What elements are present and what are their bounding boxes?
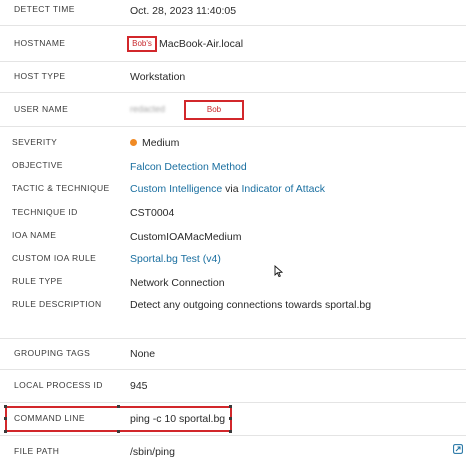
technique-link[interactable]: Indicator of Attack xyxy=(242,183,325,195)
hostname-value: MacBook-Air.local xyxy=(159,38,244,50)
detail-row-technique-id: TECHNIQUE ID CST0004 xyxy=(0,198,466,222)
local-process-id-label: LOCAL PROCESS ID xyxy=(14,380,103,390)
technique-id-value: CST0004 xyxy=(130,207,175,219)
technique-id-label: TECHNIQUE ID xyxy=(12,207,78,217)
selection-handle xyxy=(117,405,120,408)
detect-time-value: Oct. 28, 2023 11:40:05 xyxy=(130,5,237,17)
rule-description-value: Detect any outgoing connections towards … xyxy=(130,299,372,311)
selection-handle xyxy=(4,405,7,408)
host-type-value: Workstation xyxy=(130,71,186,83)
objective-label: OBJECTIVE xyxy=(12,160,63,170)
detail-row-custom-ioa-rule: CUSTOM IOA RULE Sportal.bg Test (v4) xyxy=(0,246,466,270)
detail-row-hostname: HOSTNAME Bob's MacBook-Air.local xyxy=(0,25,466,62)
selection-handle xyxy=(229,430,232,433)
custom-ioa-rule-label: CUSTOM IOA RULE xyxy=(12,253,97,263)
detail-row-file-path: FILE PATH /sbin/ping xyxy=(0,435,466,466)
command-line-label: COMMAND LINE xyxy=(14,413,85,423)
rule-description-label: RULE DESCRIPTION xyxy=(12,299,102,309)
hostname-redaction-label: Bob's xyxy=(132,39,152,48)
ioa-name-value: CustomIOAMacMedium xyxy=(130,231,242,243)
rule-type-label: RULE TYPE xyxy=(12,276,63,286)
mouse-cursor-icon xyxy=(274,265,283,278)
detail-row-user-name: USER NAME redacted Bob xyxy=(0,92,466,127)
objective-link[interactable]: Falcon Detection Method xyxy=(130,161,247,173)
detail-row-host-type: HOST TYPE Workstation xyxy=(0,61,466,93)
detect-time-label: DETECT TIME xyxy=(14,4,75,14)
host-type-label: HOST TYPE xyxy=(14,71,66,81)
tactic-link[interactable]: Custom Intelligence xyxy=(130,183,222,195)
detail-row-rule-description: RULE DESCRIPTION Detect any outgoing con… xyxy=(0,294,466,339)
severity-value: Medium xyxy=(130,137,179,149)
detail-row-ioa-name: IOA NAME CustomIOAMacMedium xyxy=(0,222,466,246)
selection-handle xyxy=(117,430,120,433)
detail-row-command-line: COMMAND LINE ping -c 10 sportal.bg xyxy=(0,402,466,436)
file-path-value: /sbin/ping xyxy=(130,446,175,458)
detail-row-severity: SEVERITY Medium xyxy=(0,126,466,150)
detail-row-grouping-tags: GROUPING TAGS None xyxy=(0,338,466,370)
selection-handle xyxy=(4,430,7,433)
selection-handle xyxy=(229,405,232,408)
severity-label: SEVERITY xyxy=(12,137,58,147)
tactic-technique-value: Custom Intelligence via Indicator of Att… xyxy=(130,183,325,195)
user-name-label: USER NAME xyxy=(14,104,69,114)
selection-handle xyxy=(4,417,7,420)
tactic-via-text: via xyxy=(225,183,239,195)
detail-row-local-process-id: LOCAL PROCESS ID 945 xyxy=(0,369,466,403)
detail-row-rule-type: RULE TYPE Network Connection xyxy=(0,270,466,294)
detail-row-objective: OBJECTIVE Falcon Detection Method xyxy=(0,150,466,174)
tactic-technique-label: TACTIC & TECHNIQUE xyxy=(12,183,110,193)
detail-row-detect-time: DETECT TIME Oct. 28, 2023 11:40:05 xyxy=(0,0,466,26)
detail-row-tactic-technique: TACTIC & TECHNIQUE Custom Intelligence v… xyxy=(0,174,466,198)
user-name-blurred: redacted xyxy=(130,104,166,114)
local-process-id-value: 945 xyxy=(130,380,148,392)
selection-handle xyxy=(229,417,232,420)
severity-text: Medium xyxy=(142,137,180,149)
user-name-redaction-label: Bob xyxy=(206,105,222,114)
ioa-name-label: IOA NAME xyxy=(12,230,57,240)
grouping-tags-label: GROUPING TAGS xyxy=(14,348,91,358)
severity-medium-dot-icon xyxy=(130,139,137,146)
command-line-value: ping -c 10 sportal.bg xyxy=(130,413,226,425)
grouping-tags-value: None xyxy=(130,348,156,360)
file-path-label: FILE PATH xyxy=(14,446,60,456)
custom-ioa-rule-link[interactable]: Sportal.bg Test (v4) xyxy=(130,253,221,265)
external-link-icon[interactable] xyxy=(453,444,463,454)
rule-type-value: Network Connection xyxy=(130,277,225,289)
hostname-label: HOSTNAME xyxy=(14,38,66,48)
